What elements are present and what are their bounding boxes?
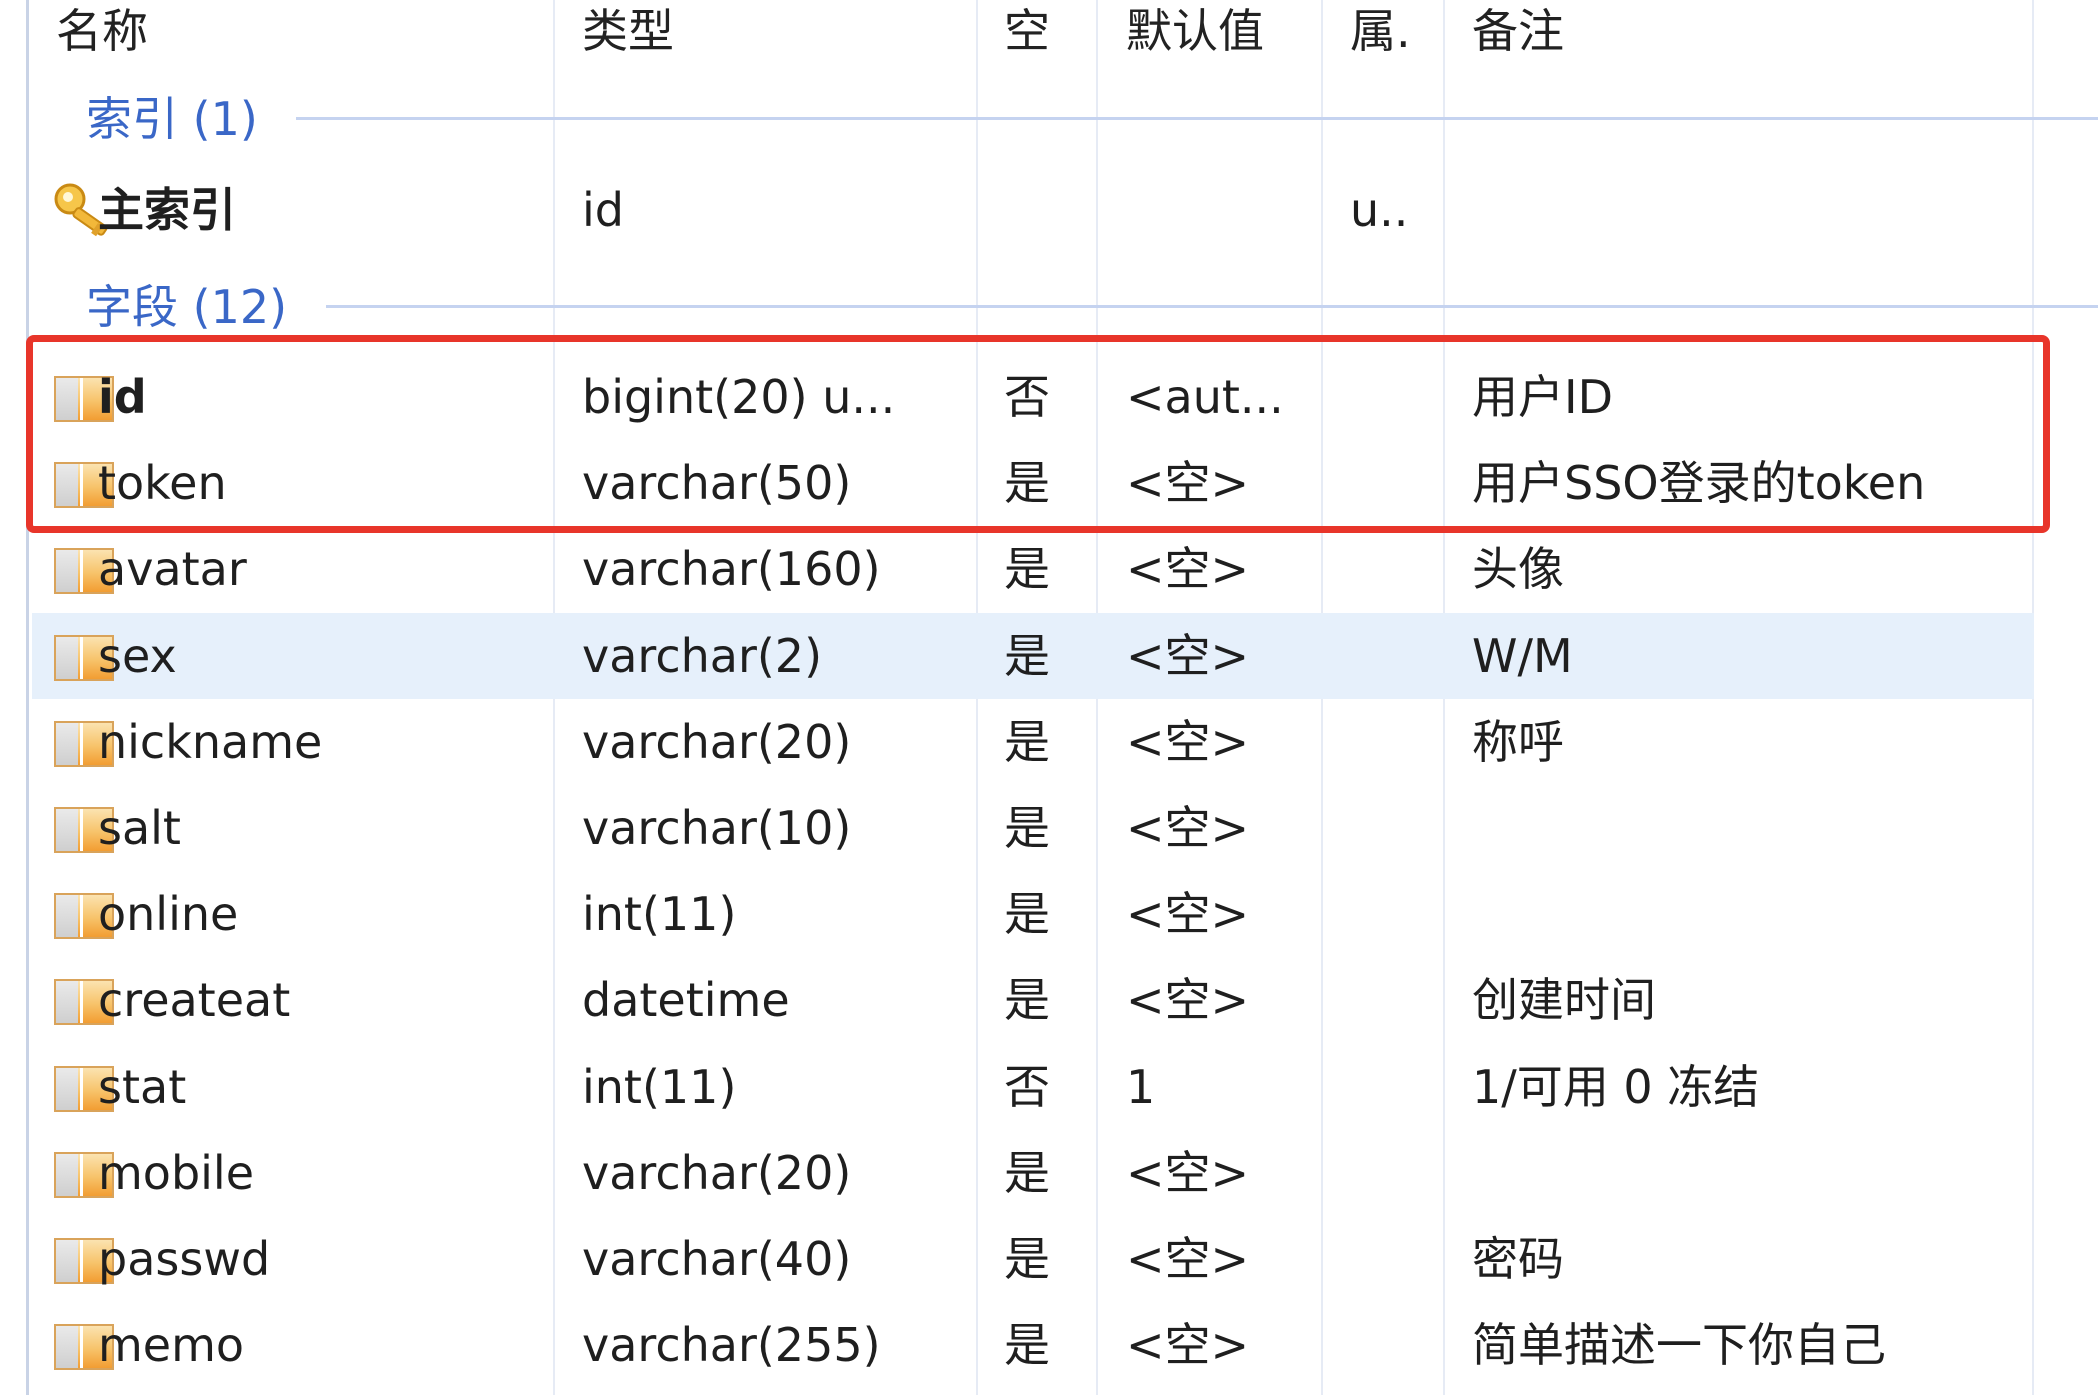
field-row[interactable]: passwd varchar(40) 是 <空> 密码 bbox=[32, 1216, 2034, 1302]
cell-default: <空> bbox=[1126, 801, 1250, 855]
cell-default: <空> bbox=[1126, 887, 1250, 942]
cell-null: 是 bbox=[1004, 542, 1050, 597]
cell-null: 是 bbox=[1004, 973, 1050, 1028]
cell-name: nickname bbox=[98, 714, 323, 769]
cell-type: varchar(10) bbox=[582, 801, 852, 855]
cell-name: salt bbox=[98, 801, 181, 855]
cell-default: <空> bbox=[1126, 1318, 1250, 1373]
column-header-attr[interactable]: 属. bbox=[1350, 0, 1411, 62]
field-group-header[interactable]: 字段 (12) bbox=[86, 272, 287, 342]
cell-name: online bbox=[98, 887, 239, 942]
cell-default: <空> bbox=[1126, 973, 1250, 1028]
cell-null: 是 bbox=[1004, 887, 1050, 942]
cell-type: varchar(20) bbox=[582, 1145, 852, 1200]
cell-null: 是 bbox=[1004, 628, 1050, 683]
field-row[interactable]: online int(11) 是 <空> bbox=[32, 871, 2034, 957]
cell-type: varchar(2) bbox=[582, 628, 823, 683]
column-header-default[interactable]: 默认值 bbox=[1126, 0, 1264, 62]
index-group-line bbox=[296, 117, 2098, 120]
cell-comment: 称呼 bbox=[1472, 714, 1564, 769]
cell-type: varchar(40) bbox=[582, 1232, 852, 1286]
cell-name: stat bbox=[98, 1059, 187, 1114]
cell-null: 否 bbox=[1004, 1059, 1050, 1114]
field-row[interactable]: salt varchar(10) 是 <空> bbox=[32, 785, 2034, 871]
column-header-null[interactable]: 空 bbox=[1004, 0, 1050, 62]
index-row[interactable]: 主索引 id u.. bbox=[32, 167, 2034, 253]
highlight-box bbox=[26, 335, 2050, 533]
cell-default: <空> bbox=[1126, 714, 1250, 769]
field-row[interactable]: nickname varchar(20) 是 <空> 称呼 bbox=[32, 699, 2034, 785]
field-row[interactable]: mobile varchar(20) 是 <空> bbox=[32, 1130, 2034, 1216]
field-group-line bbox=[326, 305, 2098, 308]
cell-type: id bbox=[582, 183, 624, 237]
cell-type: int(11) bbox=[582, 1059, 737, 1114]
cell-default: 1 bbox=[1126, 1059, 1156, 1114]
column-header-type[interactable]: 类型 bbox=[582, 0, 674, 62]
cell-null: 是 bbox=[1004, 1145, 1050, 1200]
cell-default: <空> bbox=[1126, 1232, 1250, 1286]
cell-comment: 创建时间 bbox=[1472, 973, 1656, 1028]
cell-type: varchar(160) bbox=[582, 542, 881, 597]
cell-name: createat bbox=[98, 973, 291, 1028]
cell-type: varchar(255) bbox=[582, 1318, 881, 1373]
cell-comment: 密码 bbox=[1472, 1232, 1564, 1286]
grid-left-edge bbox=[26, 0, 29, 1395]
cell-null: 是 bbox=[1004, 801, 1050, 855]
cell-null: 是 bbox=[1004, 714, 1050, 769]
cell-name: 主索引 bbox=[98, 183, 236, 237]
cell-default: <空> bbox=[1126, 1145, 1250, 1200]
cell-null: 是 bbox=[1004, 1232, 1050, 1286]
cell-name: avatar bbox=[98, 542, 247, 597]
field-row[interactable]: createat datetime 是 <空> 创建时间 bbox=[32, 957, 2034, 1043]
cell-name: passwd bbox=[98, 1232, 271, 1286]
cell-name: sex bbox=[98, 628, 177, 683]
cell-type: datetime bbox=[582, 973, 790, 1028]
cell-default: <空> bbox=[1126, 542, 1250, 597]
field-row[interactable]: stat int(11) 否 1 1/可用 0 冻结 bbox=[32, 1044, 2034, 1130]
cell-null: 是 bbox=[1004, 1318, 1050, 1373]
cell-comment: 1/可用 0 冻结 bbox=[1472, 1059, 1760, 1114]
cell-default: <空> bbox=[1126, 628, 1250, 683]
cell-comment: 头像 bbox=[1472, 542, 1564, 597]
cell-type: varchar(20) bbox=[582, 714, 852, 769]
cell-name: mobile bbox=[98, 1145, 255, 1200]
column-header-name[interactable]: 名称 bbox=[56, 0, 148, 62]
cell-name: memo bbox=[98, 1318, 245, 1373]
index-group-header[interactable]: 索引 (1) bbox=[86, 84, 258, 154]
cell-attr: u.. bbox=[1350, 183, 1409, 237]
field-row[interactable]: avatar varchar(160) 是 <空> 头像 bbox=[32, 526, 2034, 612]
column-header-comment[interactable]: 备注 bbox=[1472, 0, 1564, 62]
field-row[interactable]: sex varchar(2) 是 <空> W/M bbox=[32, 612, 2034, 699]
field-row[interactable]: memo varchar(255) 是 <空> 简单描述一下你自己 bbox=[32, 1302, 2034, 1388]
table-structure-grid: 名称 类型 空 默认值 属. 备注 索引 (1) 主索引 id u.. 字段 (12… bbox=[0, 0, 2098, 1395]
cell-type: int(11) bbox=[582, 887, 737, 942]
cell-comment: 简单描述一下你自己 bbox=[1472, 1318, 1886, 1373]
cell-comment: W/M bbox=[1472, 628, 1573, 683]
